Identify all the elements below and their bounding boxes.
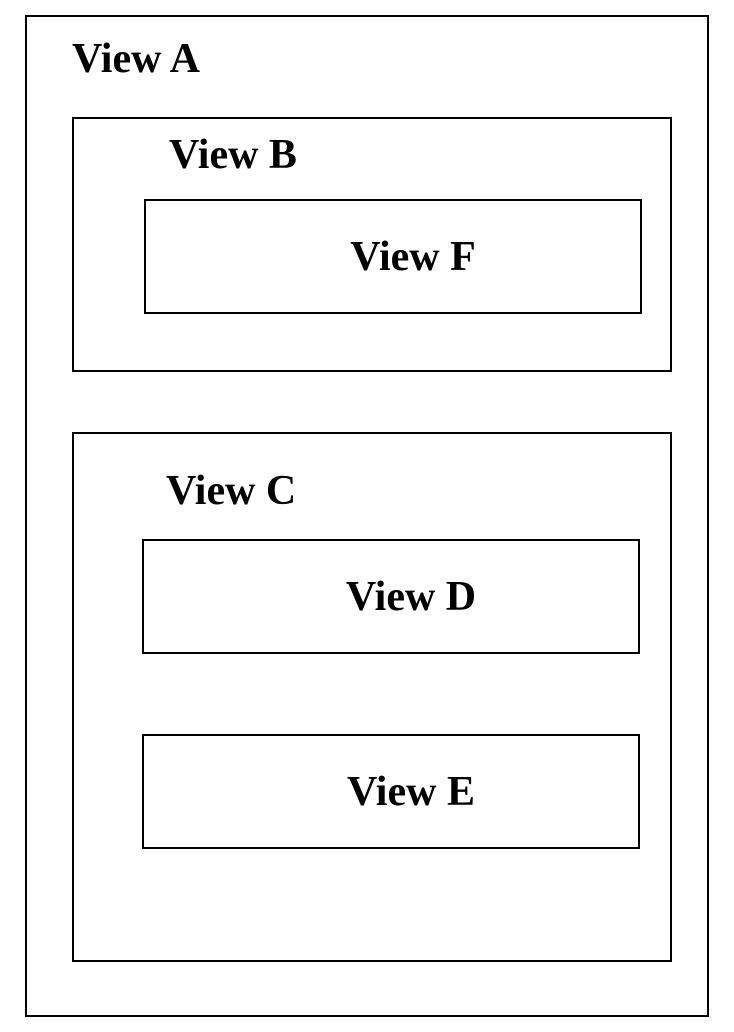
view-a-box: View A View B View F View C View D View … — [25, 15, 709, 1017]
view-f-box: View F — [144, 199, 642, 314]
view-d-box: View D — [142, 539, 640, 654]
view-e-box: View E — [142, 734, 640, 849]
view-c-label: View C — [166, 467, 296, 515]
view-a-label: View A — [72, 35, 200, 83]
view-d-label: View D — [346, 573, 476, 621]
view-b-box: View B View F — [72, 117, 672, 372]
view-f-label: View F — [350, 233, 476, 281]
view-b-label: View B — [169, 131, 297, 179]
view-c-box: View C View D View E — [72, 432, 672, 962]
view-e-label: View E — [347, 768, 475, 816]
